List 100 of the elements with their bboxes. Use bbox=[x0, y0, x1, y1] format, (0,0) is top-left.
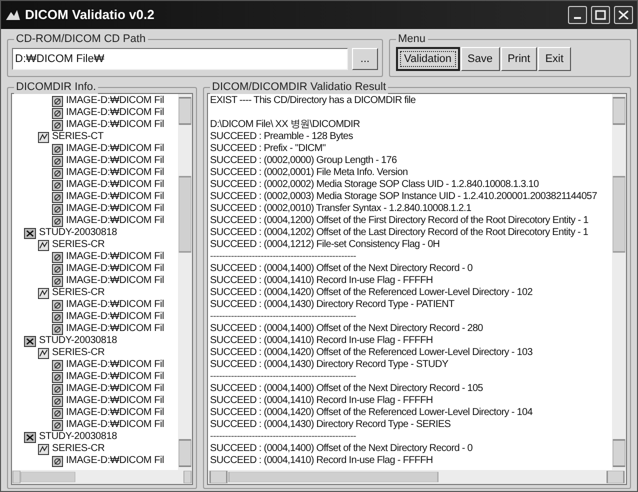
menu-button[interactable]: Save bbox=[460, 47, 500, 71]
tree-item[interactable]: IMAGE-D:₩DICOM Fil bbox=[66, 263, 164, 275]
separator-line: ------------------------------------------------- bbox=[210, 431, 356, 443]
tree-item[interactable]: IMAGE-D:₩DICOM Fil bbox=[66, 155, 164, 167]
tree-item[interactable]: IMAGE-D:₩DICOM Fil bbox=[66, 119, 164, 131]
result-line: SUCCEED : (0004,1420) Offset of the Referenced Lower-Level Directory - 104 bbox=[210, 407, 532, 419]
series-icon bbox=[38, 444, 49, 454]
tree-item[interactable]: IMAGE-D:₩DICOM Fil bbox=[66, 203, 164, 215]
result-line: SUCCEED : (0002,0000) Group Length - 176 bbox=[210, 155, 397, 167]
image-file-icon bbox=[52, 264, 63, 274]
tree-item[interactable]: SERIES-CR bbox=[52, 443, 105, 455]
menu-button[interactable]: Validation bbox=[396, 47, 460, 71]
image-file-icon bbox=[52, 192, 63, 202]
image-file-icon bbox=[52, 120, 63, 130]
browse-button[interactable]: ... bbox=[352, 48, 378, 70]
result-line: SUCCEED : (0002,0002) Media Storage SOP Class UID - 1.2.840.10008.1.3.10 bbox=[210, 179, 539, 191]
result-line: SUCCEED : (0004,1410) Record In-use Flag - FFFFH bbox=[210, 455, 433, 467]
result-line: SUCCEED : (0004,1202) Offset of the Last Directory Record of the Root Direcotory Entity - 1 bbox=[210, 227, 588, 239]
result-line: EXIST ---- This CD/Directory has a DICOMDIR file bbox=[210, 95, 416, 107]
tree-item[interactable]: IMAGE-D:₩DICOM Fil bbox=[66, 455, 164, 467]
result-line: SUCCEED : (0004,1420) Offset of the Referenced Lower-Level Directory - 103 bbox=[210, 347, 532, 359]
result-line: SUCCEED : (0004,1212) File-set Consistency Flag - 0H bbox=[210, 239, 440, 251]
tree-item[interactable]: STUDY-20030818 bbox=[39, 431, 117, 443]
tree-item[interactable]: IMAGE-D:₩DICOM Fil bbox=[66, 215, 164, 227]
tree-item[interactable]: IMAGE-D:₩DICOM Fil bbox=[66, 323, 164, 335]
maximize-icon bbox=[595, 10, 606, 20]
result-line: SUCCEED : (0002,0010) Transfer Syntax - 1.2.840.10008.1.2.1 bbox=[210, 203, 472, 215]
tree-item[interactable]: IMAGE-D:₩DICOM Fil bbox=[66, 95, 164, 107]
tree-item[interactable]: IMAGE-D:₩DICOM Fil bbox=[66, 407, 164, 419]
close-button[interactable] bbox=[614, 6, 633, 24]
image-file-icon bbox=[52, 216, 63, 226]
tree-item[interactable]: IMAGE-D:₩DICOM Fil bbox=[66, 383, 164, 395]
result-line: SUCCEED : (0004,1410) Record In-use Flag - FFFFH bbox=[210, 275, 433, 287]
tree-item[interactable]: IMAGE-D:₩DICOM Fil bbox=[66, 395, 164, 407]
minimize-button[interactable] bbox=[568, 6, 587, 24]
separator-line: ------------------------------------------------- bbox=[210, 371, 356, 383]
image-file-icon bbox=[52, 276, 63, 286]
result-line: SUCCEED : (0004,1400) Offset of the Next Directory Record - 0 bbox=[210, 443, 472, 455]
tree-item[interactable]: SERIES-CR bbox=[52, 239, 105, 251]
study-icon bbox=[24, 228, 36, 238]
close-icon bbox=[618, 10, 629, 20]
tree-item[interactable]: IMAGE-D:₩DICOM Fil bbox=[66, 143, 164, 155]
tree-item[interactable]: STUDY-20030818 bbox=[39, 335, 117, 347]
vertical-scrollbar[interactable] bbox=[612, 94, 626, 470]
tree-item[interactable]: IMAGE-D:₩DICOM Fil bbox=[66, 191, 164, 203]
menu-button[interactable]: Print bbox=[500, 47, 538, 71]
image-file-icon bbox=[52, 384, 63, 394]
tree-item[interactable]: STUDY-20030818 bbox=[39, 227, 117, 239]
tree-item[interactable]: IMAGE-D:₩DICOM Fil bbox=[66, 251, 164, 263]
series-icon bbox=[38, 288, 49, 298]
group-label: DICOM/DICOMDIR Validatio Result bbox=[210, 80, 388, 94]
vertical-scrollbar[interactable] bbox=[178, 94, 192, 470]
result-line: SUCCEED : (0004,1430) Directory Record Type - STUDY bbox=[210, 359, 448, 371]
maximize-button[interactable] bbox=[591, 6, 610, 24]
tree-item[interactable]: IMAGE-D:₩DICOM Fil bbox=[66, 107, 164, 119]
result-line: SUCCEED : (0004,1430) Directory Record Type - PATIENT bbox=[210, 299, 454, 311]
result-line: SUCCEED : (0004,1400) Offset of the Next Directory Record - 280 bbox=[210, 323, 483, 335]
tree-item[interactable]: IMAGE-D:₩DICOM Fil bbox=[66, 359, 164, 371]
study-icon bbox=[24, 432, 36, 442]
tree-item[interactable]: IMAGE-D:₩DICOM Fil bbox=[66, 419, 164, 431]
result-line: SUCCEED : Prefix - "DICM" bbox=[210, 143, 326, 155]
image-file-icon bbox=[52, 408, 63, 418]
image-file-icon bbox=[52, 396, 63, 406]
result-line: SUCCEED : Preamble - 128 Bytes bbox=[210, 131, 353, 143]
series-icon bbox=[38, 240, 49, 250]
path-field[interactable]: D:₩DICOM File₩ bbox=[12, 48, 348, 70]
image-file-icon bbox=[52, 108, 63, 118]
image-file-icon bbox=[52, 252, 63, 262]
result-line: SUCCEED : (0002,0003) Media Storage SOP Instance UID - 1.2.410.200001.2003821144057 bbox=[210, 191, 597, 203]
tree-item[interactable]: IMAGE-D:₩DICOM Fil bbox=[66, 167, 164, 179]
group-label: DICOMDIR Info. bbox=[14, 80, 98, 94]
image-file-icon bbox=[52, 144, 63, 154]
result-line: D:\DICOM File\ XX 병원\DICOMDIR bbox=[210, 119, 360, 131]
menu-button[interactable]: Exit bbox=[538, 47, 571, 71]
tree-item[interactable]: SERIES-CT bbox=[52, 131, 104, 143]
image-file-icon bbox=[52, 180, 63, 190]
series-icon bbox=[38, 348, 49, 358]
result-line: SUCCEED : (0004,1420) Offset of the Referenced Lower-Level Directory - 102 bbox=[210, 287, 532, 299]
series-icon bbox=[38, 132, 49, 142]
result-line: SUCCEED : (0004,1400) Offset of the Next Directory Record - 105 bbox=[210, 383, 483, 395]
study-icon bbox=[24, 336, 36, 346]
tree-item[interactable]: IMAGE-D:₩DICOM Fil bbox=[66, 371, 164, 383]
tree-item[interactable]: IMAGE-D:₩DICOM Fil bbox=[66, 179, 164, 191]
horizontal-scrollbar[interactable] bbox=[12, 470, 192, 484]
result-line: SUCCEED : (0004,1200) Offset of the First Directory Record of the Root Direcotory Entity - 1 bbox=[210, 215, 588, 227]
tree-item[interactable]: SERIES-CR bbox=[52, 347, 105, 359]
separator-line: ------------------------------------------------- bbox=[210, 311, 356, 323]
app-icon bbox=[5, 8, 21, 22]
result-line: SUCCEED : (0004,1430) Directory Record Type - SERIES bbox=[210, 419, 451, 431]
image-file-icon bbox=[52, 168, 63, 178]
result-line: SUCCEED : (0004,1400) Offset of the Next Directory Record - 0 bbox=[210, 263, 472, 275]
tree-item[interactable]: IMAGE-D:₩DICOM Fil bbox=[66, 311, 164, 323]
image-file-icon bbox=[52, 204, 63, 214]
horizontal-scrollbar[interactable] bbox=[208, 470, 626, 484]
result-line: SUCCEED : (0004,1410) Record In-use Flag - FFFFH bbox=[210, 335, 433, 347]
tree-item[interactable]: IMAGE-D:₩DICOM Fil bbox=[66, 299, 164, 311]
tree-item[interactable]: IMAGE-D:₩DICOM Fil bbox=[66, 275, 164, 287]
image-file-icon bbox=[52, 420, 63, 430]
tree-item[interactable]: SERIES-CR bbox=[52, 287, 105, 299]
window-title: DICOM Validatio v0.2 bbox=[25, 6, 154, 24]
